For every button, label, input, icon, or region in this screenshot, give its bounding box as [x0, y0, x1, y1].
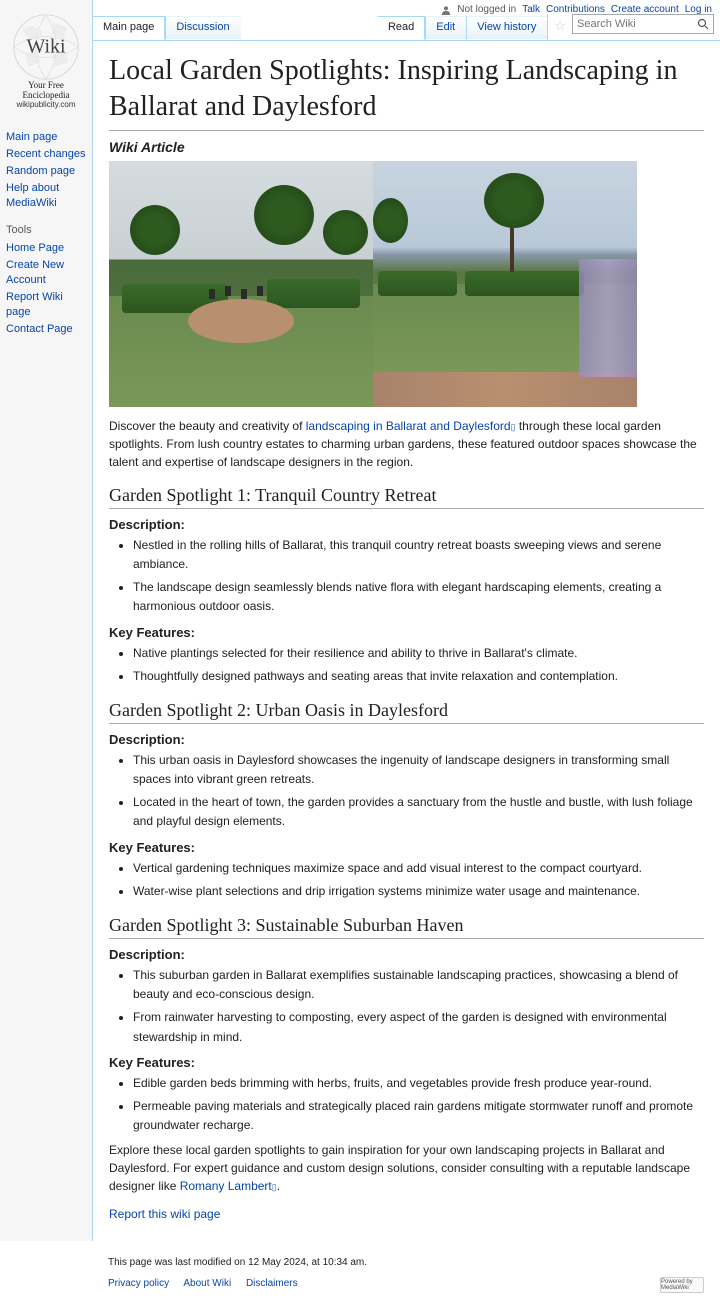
- tab-edit[interactable]: Edit: [425, 16, 466, 40]
- tab-view-history[interactable]: View history: [466, 16, 547, 40]
- user-icon: [441, 5, 451, 15]
- sidebar-item-random-page[interactable]: Random page: [6, 165, 75, 177]
- sidebar-item-contact[interactable]: Contact Page: [6, 323, 73, 335]
- search-input[interactable]: [573, 16, 693, 32]
- talk-link[interactable]: Talk: [522, 4, 540, 15]
- outro-link[interactable]: Romany Lambert▯: [180, 1179, 277, 1193]
- footer: This page was last modified on 12 May 20…: [0, 1241, 720, 1309]
- search-go-button[interactable]: [693, 15, 713, 33]
- hero-image: [109, 161, 637, 407]
- not-logged-in-label: Not logged in: [457, 4, 516, 15]
- list-item: This urban oasis in Daylesford showcases…: [133, 751, 704, 789]
- list-item: Located in the heart of town, the garden…: [133, 793, 704, 831]
- list-item: Edible garden beds brimming with herbs, …: [133, 1074, 704, 1093]
- sidebar-tools-heading: Tools: [6, 224, 86, 236]
- logo-tagline: Your Free Enciclopedia: [6, 80, 86, 100]
- list-item: Water-wise plant selections and drip irr…: [133, 882, 704, 901]
- list-item: Nestled in the rolling hills of Ballarat…: [133, 536, 704, 574]
- report-page-link[interactable]: Report this wiki page: [109, 1207, 220, 1221]
- outro-text-post: .: [277, 1179, 280, 1193]
- tab-read[interactable]: Read: [378, 16, 425, 40]
- logo-url: wikipublicity.com: [6, 100, 86, 109]
- footer-links: Privacy policy About Wiki Disclaimers: [108, 1278, 702, 1289]
- outro-paragraph: Explore these local garden spotlights to…: [109, 1141, 704, 1195]
- contributions-link[interactable]: Contributions: [546, 4, 605, 15]
- list-item: Native plantings selected for their resi…: [133, 644, 704, 663]
- section-1-desc-heading: Description:: [109, 517, 704, 532]
- section-2-desc-heading: Description:: [109, 732, 704, 747]
- log-in-link[interactable]: Log in: [685, 4, 712, 15]
- section-1-heading: Garden Spotlight 1: Tranquil Country Ret…: [109, 485, 704, 509]
- sidebar-item-report[interactable]: Report Wiki page: [6, 291, 63, 318]
- wiki-article-heading: Wiki Article: [109, 139, 704, 155]
- sidebar-item-create-account[interactable]: Create New Account: [6, 259, 64, 286]
- list-item: This suburban garden in Ballarat exempli…: [133, 966, 704, 1004]
- footer-about-link[interactable]: About Wiki: [183, 1278, 231, 1289]
- list-item: From rainwater harvesting to composting,…: [133, 1008, 704, 1046]
- search-icon: [697, 18, 709, 30]
- list-item: Permeable paving materials and strategic…: [133, 1097, 704, 1135]
- search-box: [572, 14, 714, 34]
- namespace-tabs: Main page Discussion: [93, 20, 241, 40]
- sidebar: Wiki Your Free Enciclopedia wikipublicit…: [0, 0, 92, 1241]
- section-3-heading: Garden Spotlight 3: Sustainable Suburban…: [109, 915, 704, 939]
- mediawiki-badge[interactable]: Powered by MediaWiki: [660, 1277, 704, 1293]
- tab-main-page[interactable]: Main page: [93, 16, 165, 40]
- section-3-desc-heading: Description:: [109, 947, 704, 962]
- personal-bar: Not logged in Talk Contributions Create …: [441, 4, 712, 15]
- intro-link[interactable]: landscaping in Ballarat and Daylesford▯: [306, 419, 516, 433]
- list-item: Thoughtfully designed pathways and seati…: [133, 667, 704, 686]
- intro-paragraph: Discover the beauty and creativity of la…: [109, 417, 704, 471]
- section-2-heading: Garden Spotlight 2: Urban Oasis in Dayle…: [109, 700, 704, 724]
- list-item: Vertical gardening techniques maximize s…: [133, 859, 704, 878]
- section-2-feat-heading: Key Features:: [109, 840, 704, 855]
- sidebar-tools: Tools Home Page Create New Account Repor…: [6, 224, 86, 336]
- tab-discussion[interactable]: Discussion: [165, 16, 240, 40]
- footer-privacy-link[interactable]: Privacy policy: [108, 1278, 169, 1289]
- section-1-feat-heading: Key Features:: [109, 625, 704, 640]
- create-account-link[interactable]: Create account: [611, 4, 679, 15]
- sidebar-item-help[interactable]: Help about MediaWiki: [6, 182, 59, 209]
- intro-text-pre: Discover the beauty and creativity of: [109, 419, 306, 433]
- view-tabs: Read Edit View history ☆: [378, 14, 720, 40]
- sidebar-item-recent-changes[interactable]: Recent changes: [6, 148, 86, 160]
- page-title: Local Garden Spotlights: Inspiring Lands…: [109, 53, 704, 131]
- logo-name: Wiki: [26, 36, 65, 59]
- sidebar-item-home[interactable]: Home Page: [6, 242, 64, 254]
- section-3-feat-heading: Key Features:: [109, 1055, 704, 1070]
- watch-star-icon[interactable]: ☆: [547, 14, 572, 40]
- logo[interactable]: Wiki Your Free Enciclopedia wikipublicit…: [6, 4, 86, 113]
- list-item: The landscape design seamlessly blends n…: [133, 578, 704, 616]
- footer-disclaimers-link[interactable]: Disclaimers: [246, 1278, 298, 1289]
- article-content: Local Garden Spotlights: Inspiring Lands…: [93, 40, 720, 1241]
- sidebar-item-main-page[interactable]: Main page: [6, 131, 57, 143]
- sidebar-nav: Main page Recent changes Random page Hel…: [6, 127, 86, 210]
- footer-modified: This page was last modified on 12 May 20…: [108, 1257, 702, 1268]
